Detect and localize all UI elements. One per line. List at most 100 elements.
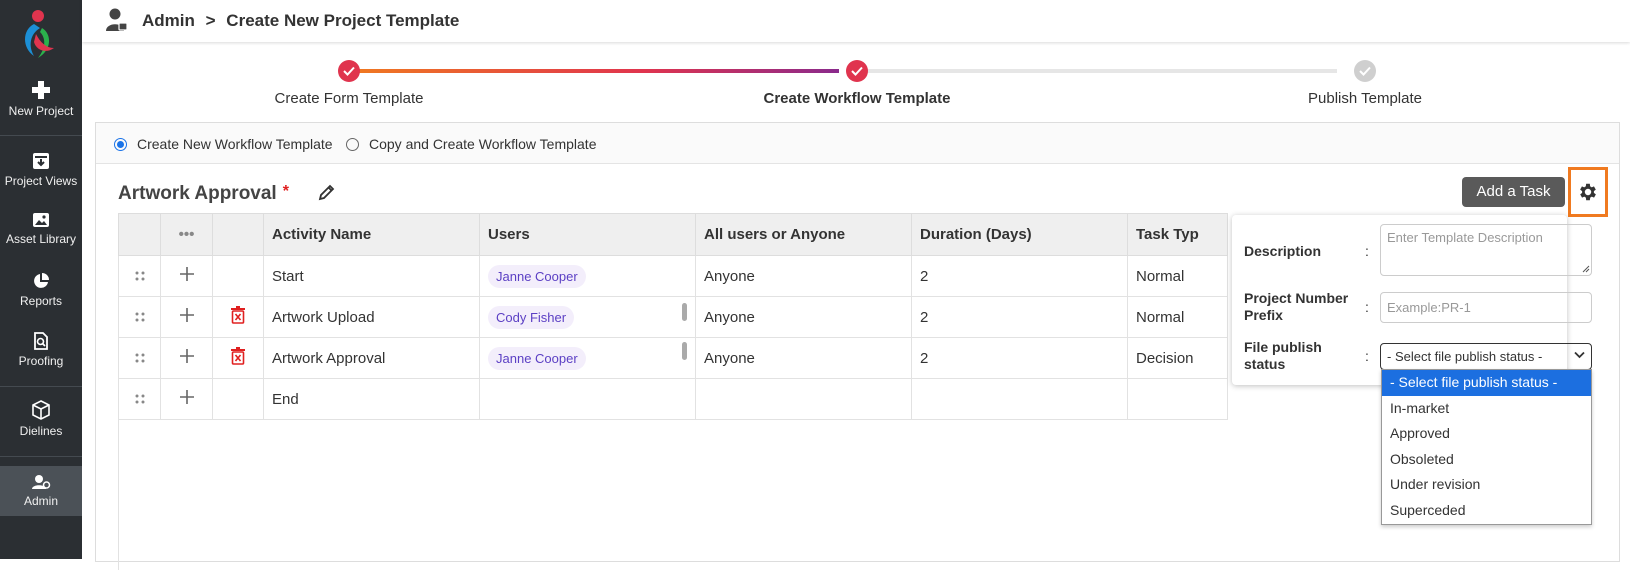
publish-label-line1: File publish (1244, 339, 1322, 355)
sidebar-item-label: Dielines (19, 424, 63, 438)
sidebar-item-label: Asset Library (5, 232, 77, 246)
drag-handle-icon[interactable] (118, 337, 161, 379)
duration-cell[interactable]: 2 (911, 296, 1128, 338)
delete-column-header (212, 213, 264, 256)
table-row: End (118, 378, 1228, 420)
gear-icon (1580, 183, 1596, 201)
description-textarea[interactable]: Enter Template Description (1380, 224, 1592, 276)
task-type-cell[interactable]: Normal (1127, 296, 1228, 338)
scope-cell[interactable]: Anyone (695, 255, 912, 297)
radio-button[interactable] (346, 137, 359, 151)
proof-document-icon (34, 332, 48, 350)
plus-icon (32, 81, 50, 99)
chevron-down-icon (1574, 351, 1585, 359)
breadcrumb-separator: > (205, 11, 216, 30)
breadcrumb: Admin > Create New Project Template (142, 11, 465, 31)
option-obsoleted[interactable]: Obsoleted (1382, 447, 1591, 473)
workflow-table: ••• Activity Name Users All users or Any… (118, 213, 1228, 420)
resize-handle-icon[interactable] (1582, 265, 1590, 273)
duration-cell[interactable]: 2 (911, 337, 1128, 379)
delete-cell-empty (212, 378, 264, 420)
task-type-cell[interactable]: Decision (1127, 337, 1228, 379)
add-row-plus-icon[interactable] (160, 296, 213, 338)
app-logo[interactable] (20, 8, 60, 62)
duration-cell[interactable] (911, 378, 1128, 420)
delete-cell-empty (212, 255, 264, 297)
delete-trash-icon[interactable] (212, 337, 264, 379)
table-row: Start Janne Cooper Anyone 2 Normal (118, 255, 1228, 297)
drag-handle-icon[interactable] (118, 296, 161, 338)
description-colon: : (1365, 243, 1369, 259)
pencil-edit-icon[interactable] (318, 183, 336, 201)
option-under-revision[interactable]: Under revision (1382, 472, 1591, 498)
radio-create-new[interactable]: Create New Workflow Template (114, 136, 333, 152)
duration-cell[interactable]: 2 (911, 255, 1128, 297)
template-title: Artwork Approval * (118, 183, 289, 205)
users-cell[interactable]: Cody Fisher (479, 296, 696, 338)
activity-name-cell[interactable]: Start (263, 255, 480, 297)
progress-stepper: Create Form Template Create Workflow Tem… (82, 50, 1630, 115)
publish-status-select[interactable]: - Select file publish status - (1380, 343, 1592, 370)
radio-button-selected[interactable] (114, 137, 127, 151)
add-row-plus-icon[interactable] (160, 337, 213, 379)
option-superceded[interactable]: Superceded (1382, 498, 1591, 524)
activity-name-cell[interactable]: Artwork Upload (263, 296, 480, 338)
users-scrollbar[interactable] (682, 342, 687, 360)
activity-name-cell[interactable]: End (263, 378, 480, 420)
sidebar-item-project-views[interactable]: Project Views (0, 152, 82, 188)
description-label: Description (1244, 243, 1322, 259)
option-select-placeholder[interactable]: - Select file publish status - (1382, 370, 1591, 396)
more-column-header[interactable]: ••• (160, 213, 213, 256)
task-type-cell[interactable]: Normal (1127, 255, 1228, 297)
scope-cell[interactable] (695, 378, 912, 420)
users-cell[interactable]: Janne Cooper (479, 337, 696, 379)
scope-cell[interactable]: Anyone (695, 337, 912, 379)
add-row-plus-icon[interactable] (160, 255, 213, 297)
option-in-market[interactable]: In-market (1382, 396, 1591, 422)
sidebar-item-new-project[interactable]: New Project (0, 80, 82, 118)
delete-trash-icon[interactable] (212, 296, 264, 338)
sidebar-item-reports[interactable]: Reports (0, 272, 82, 308)
step-line-done (349, 69, 839, 73)
required-mark: * (282, 183, 289, 200)
sidebar-item-admin[interactable]: Admin (0, 466, 82, 516)
admin-user-icon (32, 475, 51, 489)
drag-handle-icon[interactable] (118, 378, 161, 420)
workflow-mode-bar: Create New Workflow Template Copy and Cr… (96, 123, 1619, 164)
image-icon (33, 213, 49, 227)
publish-status-selected: - Select file publish status - (1387, 349, 1543, 364)
radio-copy-create[interactable]: Copy and Create Workflow Template (346, 136, 596, 152)
user-chip[interactable]: Janne Cooper (488, 346, 586, 370)
drag-column-header (118, 213, 161, 256)
user-chip[interactable]: Cody Fisher (488, 305, 575, 329)
step-line-pending (857, 69, 1337, 73)
publish-status-label: File publish status (1244, 339, 1322, 373)
task-type-cell[interactable] (1127, 378, 1228, 420)
sidebar-item-proofing[interactable]: Proofing (0, 332, 82, 368)
drag-handle-icon[interactable] (118, 255, 161, 297)
add-row-plus-icon[interactable] (160, 378, 213, 420)
breadcrumb-current: Create New Project Template (226, 11, 460, 30)
sidebar-item-dielines[interactable]: Dielines (0, 400, 82, 438)
step-2-check-icon (846, 60, 868, 82)
breadcrumb-admin[interactable]: Admin (142, 11, 195, 30)
cube-icon (32, 400, 50, 420)
option-approved[interactable]: Approved (1382, 421, 1591, 447)
users-cell[interactable] (479, 378, 696, 420)
sidebar-item-label: Proofing (18, 354, 64, 368)
activity-name-cell[interactable]: Artwork Approval (263, 337, 480, 379)
scope-cell[interactable]: Anyone (695, 296, 912, 338)
step-1-label: Create Form Template (274, 90, 424, 107)
publish-status-options: - Select file publish status - In-market… (1381, 369, 1592, 525)
user-chip[interactable]: Janne Cooper (488, 264, 586, 288)
project-prefix-input[interactable]: Example:PR-1 (1380, 292, 1592, 323)
sidebar-item-asset-library[interactable]: Asset Library (0, 212, 82, 246)
column-header-task-type: Task Typ (1127, 213, 1228, 256)
column-header-users: Users (479, 213, 696, 256)
settings-button[interactable] (1568, 167, 1608, 217)
users-cell[interactable]: Janne Cooper (479, 255, 696, 297)
add-task-button[interactable]: Add a Task (1462, 177, 1565, 207)
template-title-text: Artwork Approval (118, 183, 277, 204)
column-header-activity: Activity Name (263, 213, 480, 256)
users-scrollbar[interactable] (682, 303, 687, 321)
